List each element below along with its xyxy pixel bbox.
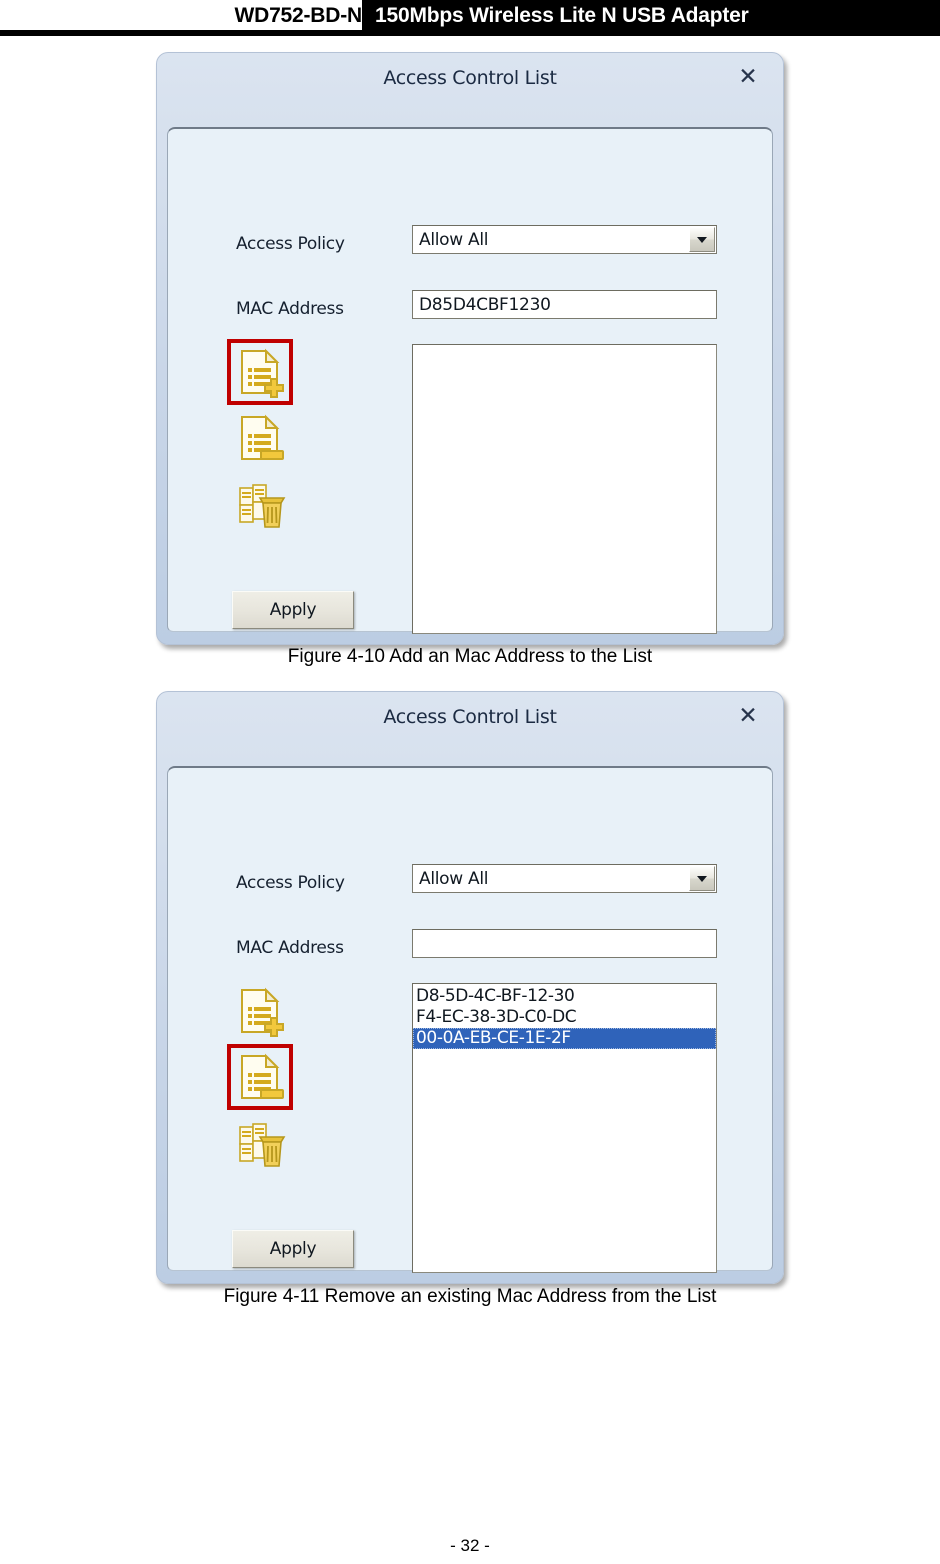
- delete-all-mac-addresses-icon[interactable]: [234, 1117, 286, 1169]
- figure-caption-4-11: Figure 4-11 Remove an existing Mac Addre…: [223, 1286, 717, 1307]
- mac-address-value: D85D4CBF1230: [419, 294, 551, 315]
- access-policy-label: Access Policy: [236, 873, 345, 893]
- chevron-down-icon[interactable]: [689, 866, 715, 891]
- list-item[interactable]: F4-EC-38-3D-C0-DC: [413, 1007, 716, 1028]
- figure-caption-4-10: Figure 4-10 Add an Mac Address to the Li…: [287, 646, 653, 667]
- access-policy-select[interactable]: Allow All: [412, 225, 717, 254]
- apply-button[interactable]: Apply: [232, 591, 354, 629]
- list-item[interactable]: D8-5D-4C-BF-12-30: [413, 986, 716, 1007]
- dialog-body-panel: Access Policy Allow All MAC Address D8-5…: [167, 766, 773, 1273]
- header-model-name: WD752-BD-N: [234, 4, 362, 27]
- close-icon[interactable]: ✕: [733, 63, 763, 91]
- dialog-body-panel: Access Policy Allow All MAC Address D85D…: [167, 127, 773, 634]
- remove-mac-address-icon[interactable]: [234, 412, 286, 464]
- dialog-title: Access Control List: [383, 706, 557, 728]
- mac-address-label: MAC Address: [236, 299, 344, 319]
- access-policy-select[interactable]: Allow All: [412, 864, 717, 893]
- dialog-titlebar: Access Control List ✕: [157, 53, 783, 127]
- access-policy-label: Access Policy: [236, 234, 345, 254]
- chevron-down-icon[interactable]: [689, 227, 715, 252]
- add-mac-address-icon[interactable]: [234, 346, 286, 398]
- access-control-list-dialog-1: Access Control List ✕ Access Policy Allo…: [156, 52, 784, 645]
- dialog-titlebar: Access Control List ✕: [157, 692, 783, 766]
- close-icon[interactable]: ✕: [733, 702, 763, 730]
- delete-all-mac-addresses-icon[interactable]: [234, 478, 286, 530]
- header-rule: [0, 30, 940, 36]
- dialog-title: Access Control List: [383, 67, 557, 89]
- mac-address-label: MAC Address: [236, 938, 344, 958]
- apply-button[interactable]: Apply: [232, 1230, 354, 1268]
- mac-address-listbox[interactable]: D8-5D-4C-BF-12-30 F4-EC-38-3D-C0-DC 00-0A-…: [412, 983, 717, 1273]
- mac-address-input[interactable]: D85D4CBF1230: [412, 290, 717, 319]
- mac-address-input[interactable]: [412, 929, 717, 958]
- header-product-name: 150Mbps Wireless Lite N USB Adapter: [362, 0, 940, 31]
- access-policy-value: Allow All: [419, 868, 489, 889]
- page-header: WD752-BD-N 150Mbps Wireless Lite N USB A…: [0, 0, 940, 36]
- add-mac-address-icon[interactable]: [234, 985, 286, 1037]
- access-control-list-dialog-2: Access Control List ✕ Access Policy Allo…: [156, 691, 784, 1284]
- page-number: - 32 -: [450, 1536, 490, 1555]
- list-item[interactable]: 00-0A-EB-CE-1E-2F: [413, 1028, 716, 1049]
- mac-address-listbox[interactable]: [412, 344, 717, 634]
- access-policy-value: Allow All: [419, 229, 489, 250]
- remove-mac-address-icon[interactable]: [234, 1051, 286, 1103]
